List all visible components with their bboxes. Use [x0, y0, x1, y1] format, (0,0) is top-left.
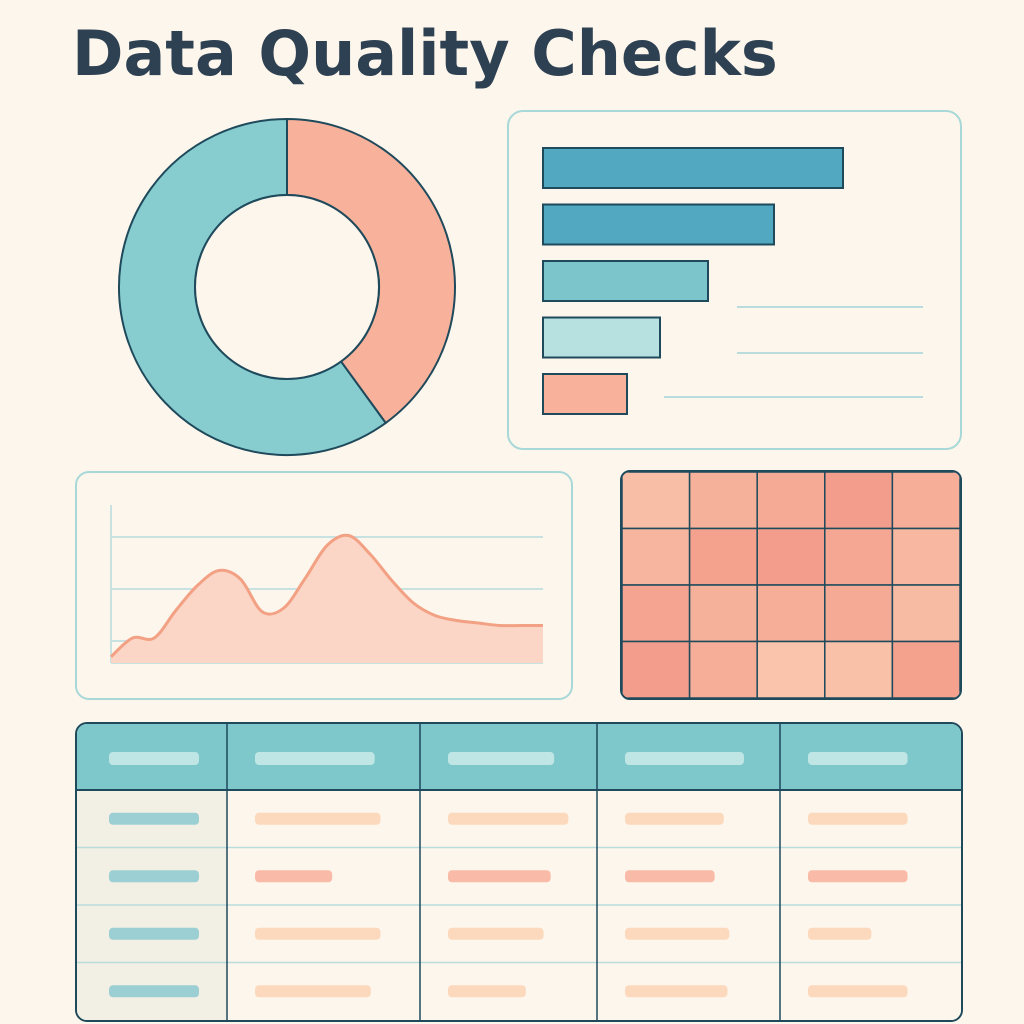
heatmap-cell-r4-c5: [891, 640, 960, 698]
heatmap-cell-r4-c3: [756, 640, 826, 698]
bar-1: [542, 147, 844, 189]
table-cell-r3-c5: [808, 927, 872, 940]
area-chart: [109, 505, 543, 664]
heatmap-cell-r2-c1: [622, 527, 691, 586]
bar-3: [542, 260, 709, 302]
table-cell-r1-c2: [255, 812, 381, 825]
table-cell-r4-c2: [255, 985, 371, 998]
heatmap-cell-r4-c2: [688, 640, 758, 698]
heatmap-cell-r1-c4: [824, 472, 894, 530]
bar-5: [542, 373, 628, 415]
heatmap-cell-r2-c4: [824, 527, 894, 586]
table-header-label-5: [808, 752, 908, 765]
bar-chart-panel: [507, 110, 962, 450]
heatmap-cell-r3-c5: [891, 584, 960, 643]
table-cell-r2-c1: [109, 870, 199, 883]
table-cell-r2-c3: [448, 870, 551, 883]
table-cell-r3-c4: [625, 927, 730, 940]
table-cell-r1-c3: [448, 812, 569, 825]
heatmap-cell-r1-c3: [756, 472, 826, 530]
page-title: Data Quality Checks: [72, 17, 778, 90]
table-cell-r4-c3: [448, 985, 526, 998]
heatmap-cell-r3-c3: [756, 584, 826, 643]
donut-hole: [194, 194, 380, 380]
heatmap-cell-r3-c4: [824, 584, 894, 643]
table-cell-r2-c2: [255, 870, 333, 883]
table-cell-r1-c4: [625, 812, 724, 825]
heatmap-cell-r2-c2: [688, 527, 758, 586]
bar-2: [542, 203, 775, 246]
data-table-grid: [77, 724, 961, 1020]
heatmap-cell-r1-c2: [688, 472, 758, 530]
table-cell-r4-c4: [625, 985, 728, 998]
heatmap-panel: [620, 470, 962, 700]
heatmap-cell-r1-c5: [891, 472, 960, 530]
data-table: [75, 722, 963, 1022]
bar-chart: [542, 147, 923, 415]
table-cell-r3-c1: [109, 927, 199, 940]
table-cell-r4-c1: [109, 985, 199, 998]
bar-4: [542, 316, 661, 359]
heatmap-cell-r3-c2: [688, 584, 758, 643]
table-header-label-3: [448, 752, 555, 765]
table-header-label-1: [109, 752, 199, 765]
heatmap-cell-r4-c4: [824, 640, 894, 698]
heatmap-cell-r2-c5: [891, 527, 960, 586]
table-cell-r2-c4: [625, 870, 715, 883]
area-chart-panel: [75, 471, 573, 700]
table-cell-r3-c3: [448, 927, 544, 940]
area-fill: [111, 535, 543, 663]
heatmap-cell-r1-c1: [622, 472, 691, 530]
table-cell-r1-c5: [808, 812, 908, 825]
heatmap: [622, 472, 960, 698]
table-cell-r3-c2: [255, 927, 381, 940]
heatmap-cell-r3-c1: [622, 584, 691, 643]
heatmap-cell-r2-c3: [756, 527, 826, 586]
table-cell-r1-c1: [109, 812, 199, 825]
table-cell-r4-c5: [808, 985, 908, 998]
table-header-label-4: [625, 752, 744, 765]
table-cell-r2-c5: [808, 870, 908, 883]
heatmap-cell-r4-c1: [622, 640, 691, 698]
donut-chart: [118, 117, 456, 456]
donut-chart-panel: [110, 112, 470, 462]
table-header-label-2: [255, 752, 375, 765]
